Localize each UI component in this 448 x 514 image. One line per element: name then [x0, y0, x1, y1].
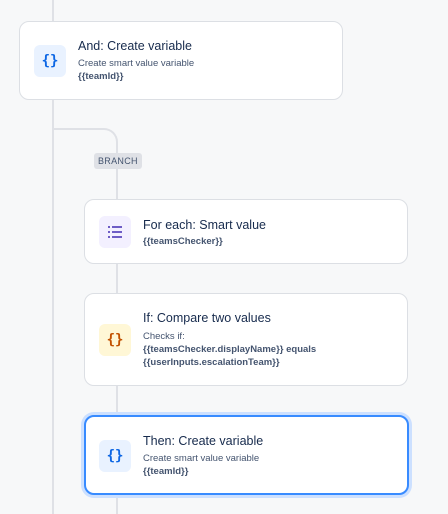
- card-title: If: Compare two values: [143, 311, 271, 325]
- then-create-variable-card[interactable]: {} Then: Create variable Create smart va…: [84, 415, 409, 495]
- card-title: For each: Smart value: [143, 218, 266, 232]
- condition-left-value: {{teamsChecker.displayName}}: [143, 344, 284, 355]
- card-subtitle: Create smart value variable: [143, 453, 260, 464]
- card-value: {{teamsChecker}}: [143, 236, 223, 247]
- card-title: And: Create variable: [78, 39, 192, 53]
- create-variable-card[interactable]: {} And: Create variable Create smart val…: [19, 21, 343, 100]
- curly-braces-icon: {}: [99, 324, 131, 356]
- card-subtitle: Create smart value variable: [78, 58, 195, 69]
- connector-line: [52, 0, 54, 22]
- condition-operator: equals: [286, 344, 317, 355]
- automation-canvas: BRANCH {} And: Create variable Create sm…: [0, 0, 448, 514]
- branch-tag: BRANCH: [94, 153, 142, 169]
- if-compare-card[interactable]: {} If: Compare two values Checks if: {{t…: [84, 293, 408, 386]
- condition-right-value: {{userInputs.escalationTeam}}: [143, 357, 280, 368]
- card-value: {{teamId}}: [78, 71, 124, 82]
- list-icon: [99, 216, 131, 248]
- for-each-card[interactable]: For each: Smart value {{teamsChecker}}: [84, 199, 408, 264]
- card-value: {{teamId}}: [143, 466, 189, 477]
- card-subtitle: Checks if:: [143, 331, 185, 342]
- curly-braces-icon: {}: [34, 45, 66, 77]
- card-title: Then: Create variable: [143, 434, 264, 448]
- curly-braces-icon: {}: [99, 440, 131, 472]
- condition-line-1: {{teamsChecker.displayName}} equals: [143, 343, 316, 356]
